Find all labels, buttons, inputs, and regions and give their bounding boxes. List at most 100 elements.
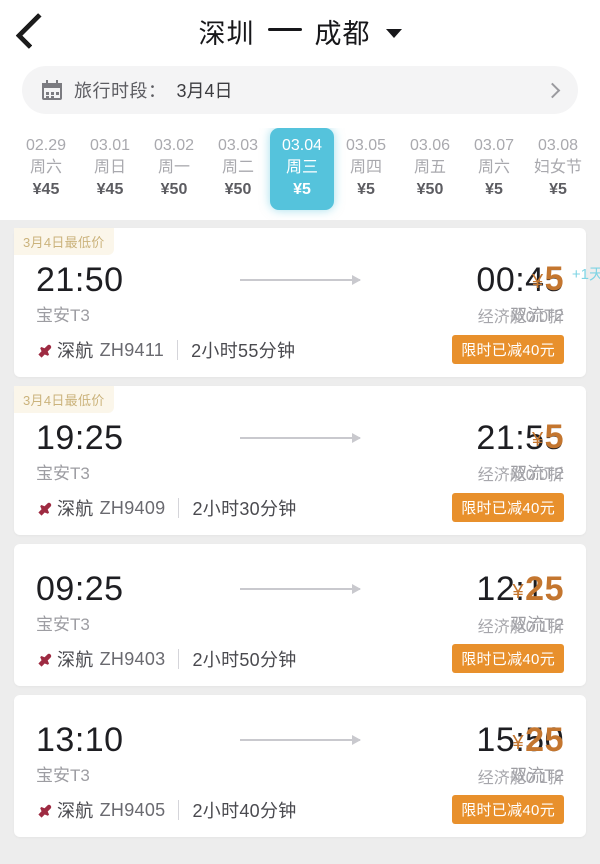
flight-card[interactable]: 3月4日最低价 21:50 宝安T3 00:45 +1天 双流T2 ¥5 经济舱0.0折 深航 Z… [14,228,600,377]
departure-segment: 19:25 宝安T3 [36,417,124,489]
airplane-icon [36,802,54,820]
date-cell-03-05[interactable]: 03.05 周四 ¥5 [334,128,398,210]
date-cell-03-07[interactable]: 03.07 周六 ¥5 [462,128,526,210]
airline-name: 深航 [57,341,94,361]
date-cell-weekday: 周一 [157,159,190,176]
arrow-right-icon [240,735,361,745]
flight-list-screen: 深圳 成都 旅行时段： 3月4日 02.29 周六 ¥45 03.01 周日 ¥45 03.… [0,0,600,864]
cabin-class: 经济舱0.0折 [477,309,564,326]
departure-segment: 13:10 宝安T3 [36,719,124,791]
date-cell-price: ¥ [590,179,600,201]
airline-name: 深航 [57,801,94,821]
departure-terminal: 宝安T3 [36,766,90,785]
date-cell-price: ¥50 [160,181,188,198]
travel-period-selector[interactable]: 旅行时段： 3月4日 [22,66,578,114]
flight-number: ZH9405 [99,799,166,820]
date-cell-date: 03.07 [473,137,515,154]
currency-symbol: ¥ [531,429,544,451]
date-strip-section: 02.29 周六 ¥45 03.01 周日 ¥45 03.02 周一 ¥50 03.03 周二 ¥50… [0,128,600,220]
airline-name: 深航 [57,650,94,670]
currency-symbol: ¥ [512,581,525,603]
promo-badge[interactable]: 限时已减40元 [452,795,564,824]
date-cell-weekday: 周六 [29,159,62,176]
flight-card[interactable]: 13:10 宝安T3 15:50 双流T2 ¥25 经济舱0.1折 深航 ZH9405 2小时4… [14,695,586,837]
flight-info-row: 深航 ZH9403 2小时50分钟 限时已减40元 [14,640,586,673]
date-cell-price: ¥45 [32,181,60,198]
date-cell-date: 03.04 [281,137,323,154]
date-cell-03-04[interactable]: 03.04 周三 ¥5 [270,128,334,210]
date-cell-03-01[interactable]: 03.01 周日 ¥45 [78,128,142,210]
date-cell-date: 03.08 [537,137,579,154]
date-cell-weekday: 周六 [477,159,510,176]
currency-symbol: ¥ [531,271,544,293]
airplane-icon [36,651,54,669]
date-cell-03-06[interactable]: 03.06 周五 ¥50 [398,128,462,210]
date-cell-date: 03.03 [217,137,259,154]
flight-duration: 2小时50分钟 [192,650,297,670]
date-cell-price: ¥5 [549,181,567,198]
price-column: ¥25 经济舱0.1折 [404,568,564,643]
flight-number: ZH9411 [99,339,165,360]
promo-badge[interactable]: 限时已减40元 [452,335,564,364]
departure-terminal: 宝安T3 [36,615,90,634]
departure-segment: 09:25 宝安T3 [36,568,124,640]
currency-symbol: ¥ [512,732,525,754]
origin-city: 深圳 [198,18,255,49]
flight-card[interactable]: 09:25 宝安T3 12:15 双流T2 ¥25 经济舱0.1折 深航 ZH9403 2小时5… [14,544,586,686]
divider [177,340,179,360]
arrow-right-icon [267,27,302,31]
flight-info-row: 深航 ZH9405 2小时40分钟 限时已减40元 [14,791,586,824]
date-cell-03-[interactable]: 03.周¥ [590,128,600,210]
arrow-right-icon [240,275,361,285]
date-cell-03-08[interactable]: 03.08 妇女节 ¥5 [526,128,590,210]
flight-duration: 2小时30分钟 [192,499,297,519]
flight-price: ¥5 [404,258,564,303]
date-cell-date: 03.02 [153,137,195,154]
date-cell-date: 03.01 [89,137,131,154]
date-cell-date: 03.06 [409,137,451,154]
chevron-right-icon [544,82,561,98]
cabin-class: 经济舱0.1折 [477,619,564,636]
promo-badge[interactable]: 限时已减40元 [452,493,564,522]
app-header: 深圳 成都 [0,0,600,62]
lowest-price-tag: 3月4日最低价 [14,386,114,413]
flight-card[interactable]: 3月4日最低价 19:25 宝安T3 21:55 双流T2 ¥5 经济舱0.0折 深航 ZH94… [14,386,586,535]
date-strip[interactable]: 02.29 周六 ¥45 03.01 周日 ¥45 03.02 周一 ¥50 03.03 周二 ¥50… [0,128,600,210]
divider [178,649,180,669]
page-title: 深圳 成都 [0,0,600,62]
date-cell-price: ¥50 [224,181,252,198]
promo-badge[interactable]: 限时已减40元 [452,644,564,673]
cabin-class: 经济舱0.1折 [477,770,564,787]
date-cell-date: 03.05 [345,137,387,154]
date-cell-weekday: 周日 [93,159,126,176]
plus-day-label: +1天 [571,266,600,283]
date-cell-03-02[interactable]: 03.02 周一 ¥50 [142,128,206,210]
airline-name: 深航 [57,499,94,519]
flight-duration: 2小时40分钟 [192,801,297,821]
price-column: ¥5 经济舱0.0折 [404,258,564,333]
divider [178,498,180,518]
date-cell-weekday: 周二 [221,159,254,176]
date-cell-weekday: 周 [590,157,600,179]
departure-time: 19:25 [36,419,124,457]
back-chevron-icon [14,12,52,50]
flight-price: ¥5 [404,416,564,461]
departure-time: 13:10 [36,721,124,759]
departure-terminal: 宝安T3 [36,464,90,483]
date-cell-date: 03. [590,135,600,157]
departure-segment: 21:50 宝安T3 [36,259,124,331]
departure-time: 09:25 [36,570,124,608]
departure-time: 21:50 [36,261,124,299]
airplane-icon [36,342,54,360]
date-cell-price: ¥5 [293,181,311,198]
back-button[interactable] [0,0,60,62]
flight-number: ZH9403 [99,648,166,669]
date-cell-03-03[interactable]: 03.03 周二 ¥50 [206,128,270,210]
date-cell-weekday: 妇女节 [533,159,582,176]
chevron-down-icon[interactable] [385,28,402,38]
price-amount: 25 [525,721,564,759]
date-cell-02-29[interactable]: 02.29 周六 ¥45 [14,128,78,210]
arrow-right-icon [240,584,361,594]
price-amount: 5 [544,418,564,456]
price-amount: 25 [525,570,564,608]
